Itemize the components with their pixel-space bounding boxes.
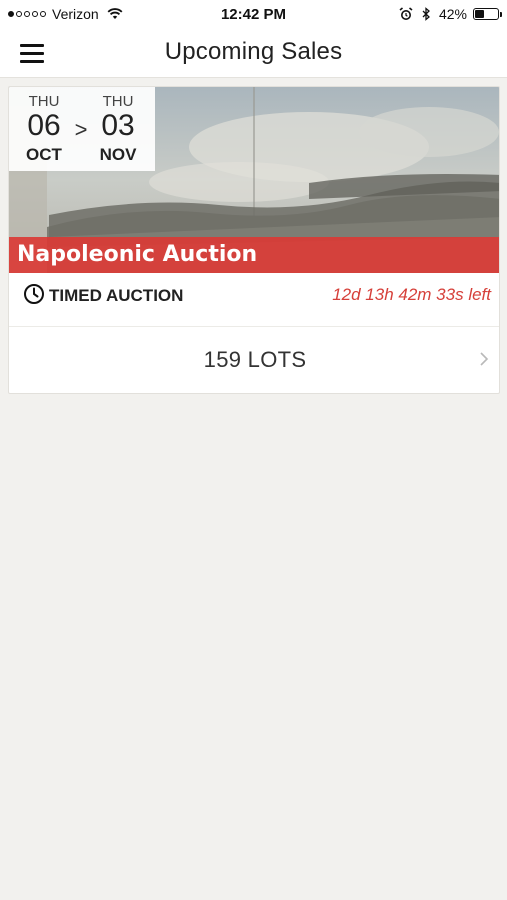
signal-dot [40, 11, 46, 17]
battery-percent: 42% [438, 6, 467, 22]
chevron-right-icon [480, 352, 489, 366]
wifi-icon [107, 8, 123, 19]
end-month: NOV [99, 145, 137, 164]
date-separator: > [74, 117, 88, 142]
battery-fill [475, 10, 485, 18]
sale-image[interactable]: THU 06 OCT > THU 03 NOV Napoleonic Aucti… [9, 87, 499, 273]
view-lots-button[interactable]: 159 LOTS [9, 327, 499, 393]
battery-icon [473, 8, 502, 20]
date-range: THU 06 OCT > THU 03 NOV [9, 87, 155, 171]
signal-dot [8, 11, 14, 17]
end-day-number: 03 [101, 109, 135, 142]
lots-count-label: 159 LOTS [203, 347, 307, 372]
status-bar: Verizon 12:42 PM 42% [0, 0, 507, 28]
signal-dot [16, 11, 22, 17]
start-month: OCT [26, 145, 62, 164]
carrier-name: Verizon [52, 6, 99, 22]
sale-title-band[interactable]: Napoleonic Auction [9, 237, 499, 273]
status-left: Verizon [8, 6, 123, 22]
start-day-number: 06 [27, 109, 61, 142]
signal-strength-icon [8, 11, 46, 17]
sale-info-row: TIMED AUCTION 12d 13h 42m 33s left [9, 273, 499, 327]
page-title: Upcoming Sales [164, 38, 343, 65]
nav-bar: Upcoming Sales [0, 28, 507, 78]
signal-dot [32, 11, 38, 17]
sale-title: Napoleonic Auction [17, 242, 258, 267]
clock-icon [24, 284, 44, 304]
auction-type-label: TIMED AUCTION [49, 286, 184, 305]
alarm-clock-icon [399, 7, 413, 20]
countdown-time-left: 12d 13h 42m 33s left [332, 285, 491, 304]
end-day-name: THU [102, 93, 134, 110]
sale-card[interactable]: THU 06 OCT > THU 03 NOV Napoleonic Aucti… [8, 86, 500, 394]
bluetooth-icon [422, 7, 430, 21]
signal-dot [24, 11, 30, 17]
status-right: 42% [399, 6, 502, 22]
start-day-name: THU [28, 93, 60, 110]
